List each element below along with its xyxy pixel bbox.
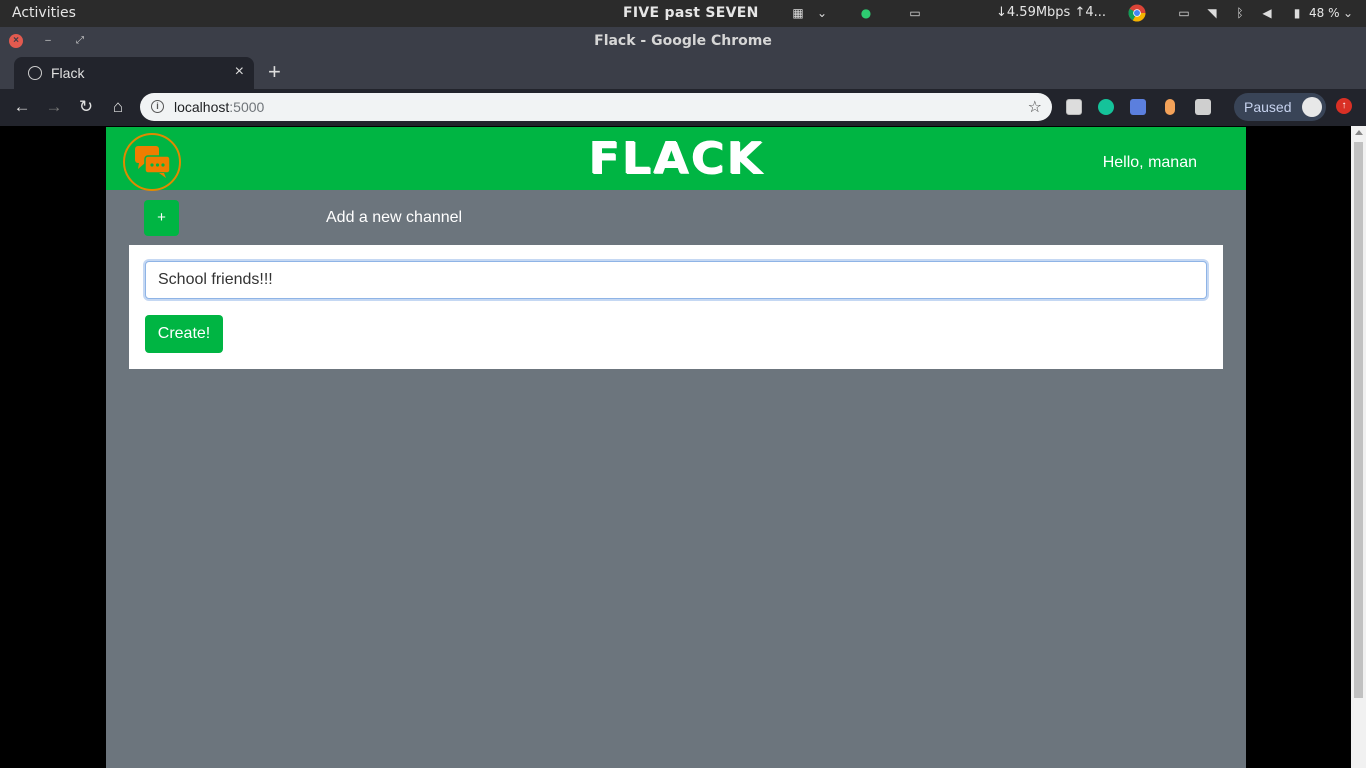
tab-strip: Flack × + [0, 55, 1366, 89]
network-speed[interactable]: ↓4.59Mbps ↑4... [996, 5, 1106, 20]
globe-icon [28, 66, 42, 80]
profile-status: Paused [1244, 99, 1292, 115]
forward-arrow-icon[interactable]: → [44, 97, 64, 117]
chrome-tray-icon[interactable] [1127, 3, 1147, 23]
system-clock[interactable]: FIVE past SEVEN [623, 5, 759, 21]
channel-name-input[interactable] [145, 261, 1207, 299]
scroll-up-arrow-icon[interactable] [1355, 130, 1363, 135]
site-info-icon[interactable]: i [151, 100, 164, 113]
app-container: FLACK Hello, manan + Add a new channel C… [106, 127, 1246, 768]
close-tab-icon[interactable]: × [235, 63, 244, 81]
grammarly-icon[interactable] [1098, 99, 1114, 115]
system-menu-chevron-icon[interactable]: ⌄ [1339, 4, 1357, 22]
create-button[interactable]: Create! [145, 315, 223, 353]
wifi-icon[interactable]: ◥ [1203, 4, 1221, 22]
avatar [1302, 97, 1322, 117]
page-scrollbar[interactable] [1351, 126, 1366, 768]
browser-toolbar: ← → ↻ ⌂ i localhost:5000 ☆ Paused ↑ [0, 89, 1366, 126]
url-text[interactable]: localhost:5000 [174, 99, 264, 115]
extension-icon-1[interactable] [1066, 99, 1082, 115]
url-port: :5000 [229, 99, 265, 115]
reload-icon[interactable]: ↻ [76, 97, 96, 117]
app-header: FLACK Hello, manan [106, 127, 1246, 191]
update-icon[interactable]: ↑ [1336, 98, 1352, 114]
new-tab-icon[interactable]: + [268, 59, 281, 85]
bookmark-star-icon[interactable]: ☆ [1028, 97, 1042, 117]
activities-button[interactable]: Activities [12, 5, 76, 21]
chevron-down-icon[interactable]: ⌄ [813, 4, 831, 22]
bluetooth-icon[interactable]: ᛒ [1231, 4, 1249, 22]
back-arrow-icon[interactable]: ← [12, 97, 32, 117]
brand-title: FLACK [588, 132, 764, 184]
extension-icon-4[interactable] [1165, 99, 1175, 115]
window-title: Flack - Google Chrome [594, 33, 772, 49]
extension-icon-5[interactable] [1195, 99, 1211, 115]
cast-icon[interactable]: ▭ [1175, 4, 1193, 22]
profile-button[interactable]: Paused [1234, 93, 1326, 121]
battery-icon[interactable]: ▮ [1288, 4, 1306, 22]
volume-icon[interactable]: ◀ [1258, 4, 1276, 22]
page-viewport: FLACK Hello, manan + Add a new channel C… [0, 126, 1366, 768]
url-host: localhost [174, 99, 230, 115]
system-top-bar: Activities FIVE past SEVEN ▦ ⌄ ● ▭ ↓4.59… [0, 0, 1366, 27]
add-channel-row: + Add a new channel [106, 190, 1246, 245]
display-icon[interactable]: ▭ [906, 4, 924, 22]
battery-percentage[interactable]: 48 % [1309, 6, 1340, 20]
home-icon[interactable]: ⌂ [108, 97, 128, 117]
window-titlebar: × – ⤢ Flack - Google Chrome [0, 27, 1366, 55]
tab-flack[interactable]: Flack × [14, 57, 254, 89]
workspace-icon[interactable]: ▦ [789, 4, 807, 22]
translate-icon[interactable] [1130, 99, 1146, 115]
add-channel-button[interactable]: + [144, 200, 179, 236]
user-greeting: Hello, manan [1102, 154, 1197, 171]
add-channel-label: Add a new channel [326, 209, 463, 226]
tab-title: Flack [51, 65, 85, 81]
new-channel-form: Create! [129, 245, 1223, 369]
address-bar[interactable]: i localhost:5000 ☆ [140, 93, 1052, 121]
app-indicator-icon[interactable]: ● [857, 4, 875, 22]
scrollbar-thumb[interactable] [1354, 142, 1363, 698]
